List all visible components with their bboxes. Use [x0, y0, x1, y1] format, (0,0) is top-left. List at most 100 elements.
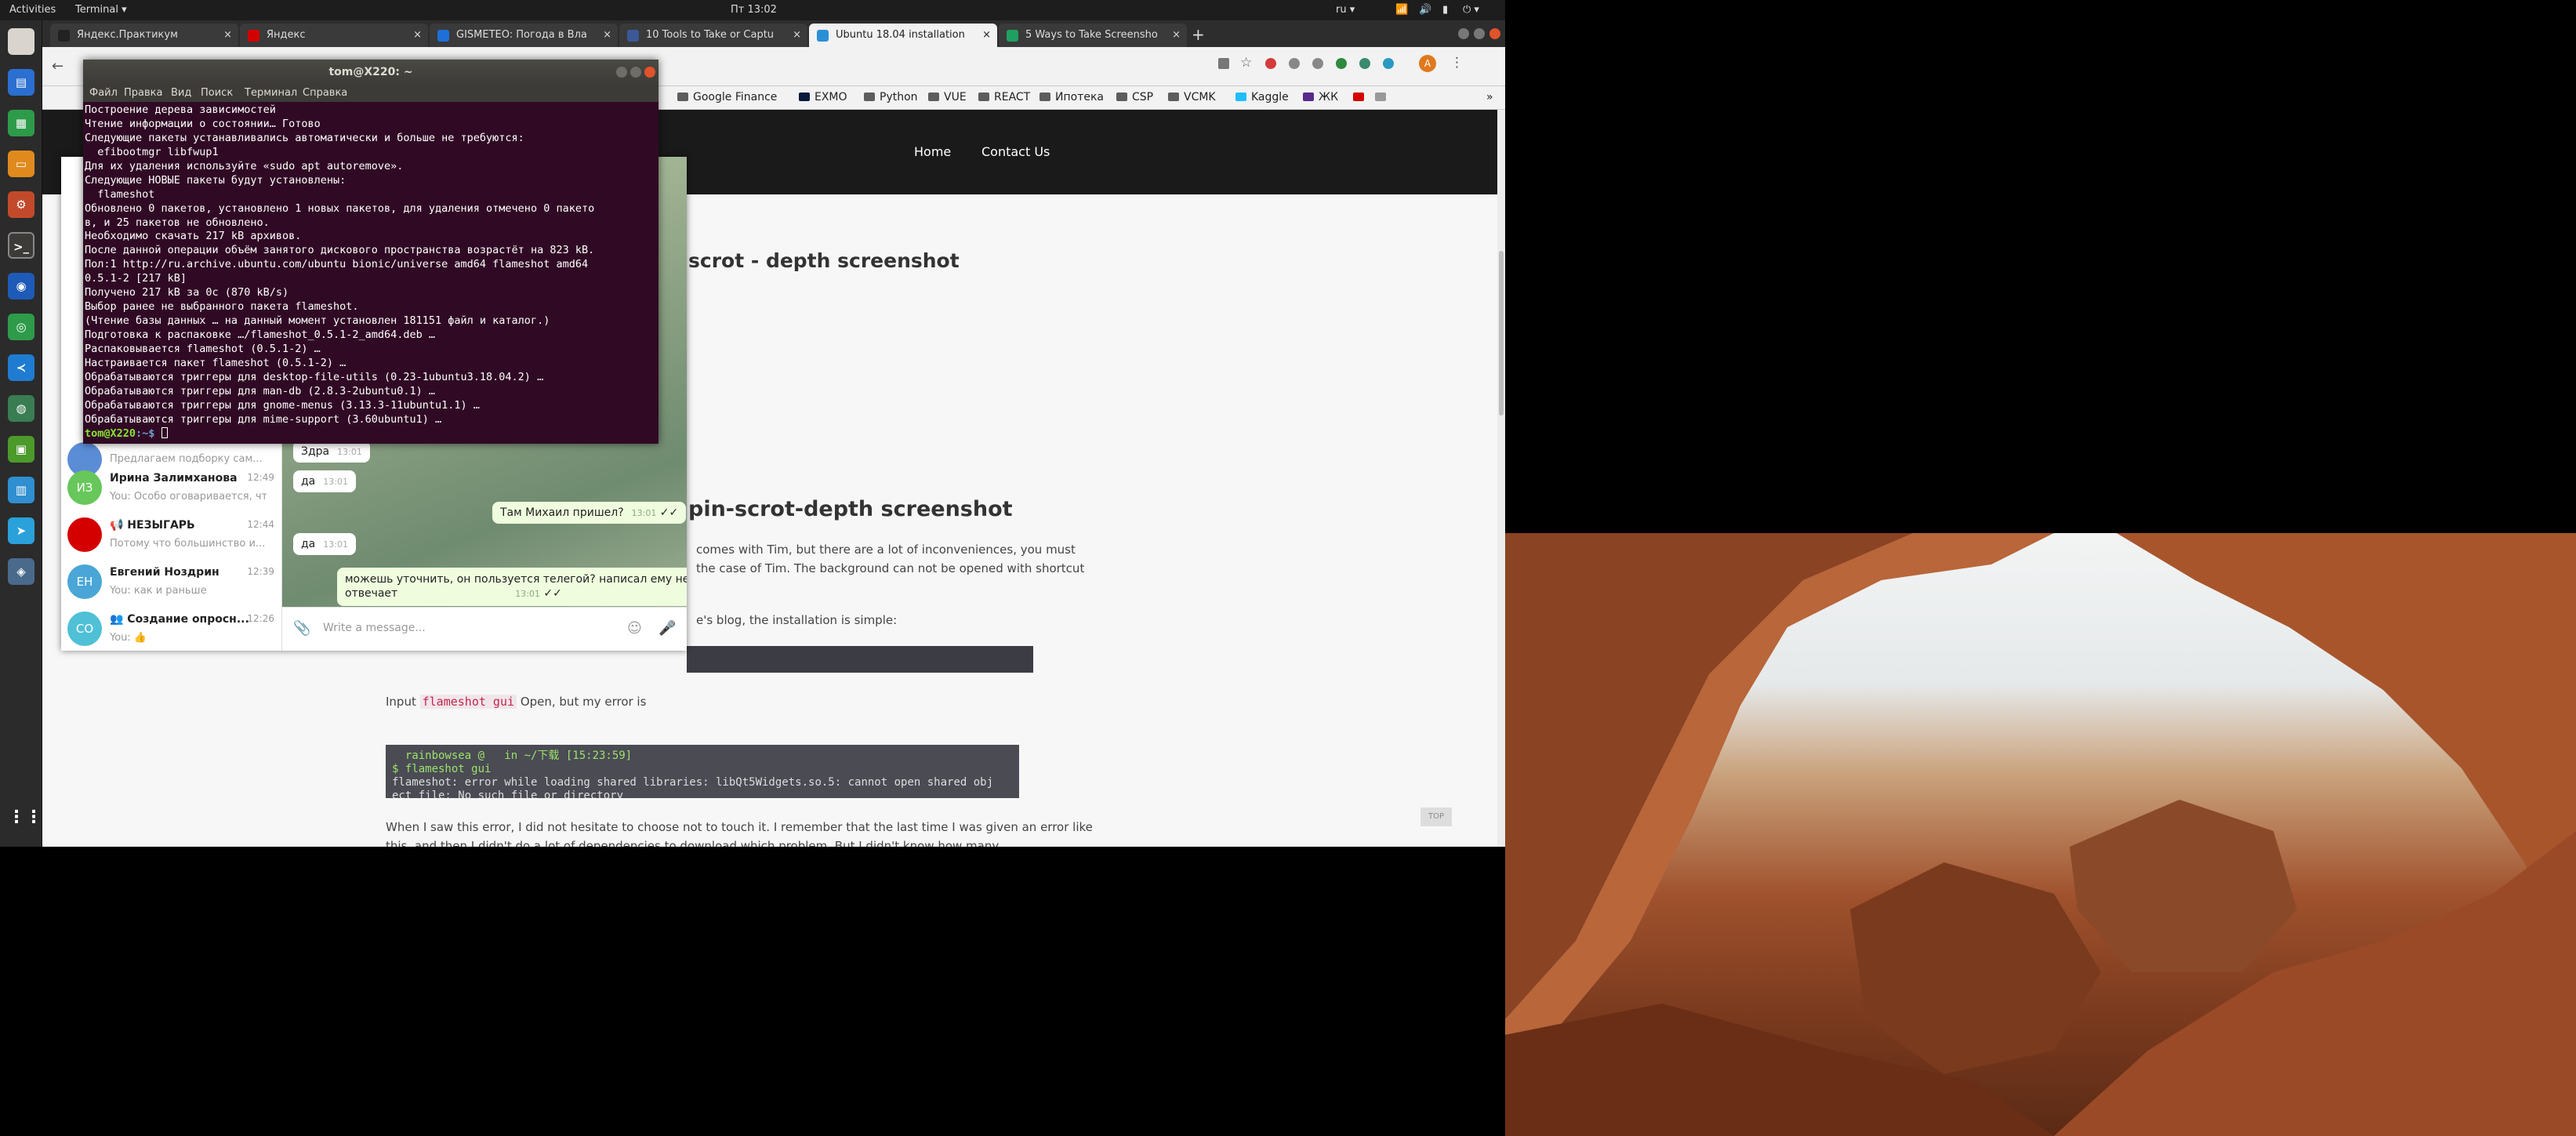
more-bookmarks-icon[interactable]: » — [1486, 91, 1493, 103]
extension-icon[interactable] — [1312, 58, 1323, 69]
bookmark-exmo[interactable]: EXMO — [799, 91, 847, 103]
docs-icon[interactable]: ▤ — [8, 69, 34, 96]
extension-icon[interactable] — [1265, 58, 1276, 69]
app-menu[interactable]: Terminal ▾ — [75, 4, 127, 16]
nav-home[interactable]: Home — [914, 144, 951, 159]
menu-view[interactable]: Вид — [171, 87, 191, 99]
menu-help[interactable]: Справка — [303, 87, 347, 99]
terminal-output[interactable]: Построение дерева зависимостей Чтение инф… — [85, 103, 655, 442]
tab-10-tools[interactable]: 10 Tools to Take or Captu × — [619, 24, 807, 47]
bookmark-google-finance[interactable]: Google Finance — [677, 91, 777, 103]
bookmark-kaggle[interactable]: Kaggle — [1235, 91, 1289, 103]
wifi-icon[interactable]: 📶 — [1395, 4, 1408, 16]
telegram-icon[interactable]: ➤ — [8, 517, 34, 544]
tab-yandex[interactable]: Яндекс × — [240, 24, 428, 47]
settings-icon[interactable]: ⚙ — [8, 191, 34, 218]
clock[interactable]: Пт 13:02 — [731, 4, 777, 16]
close-tab-icon[interactable]: × — [223, 29, 232, 41]
extension-icon[interactable] — [1336, 58, 1347, 69]
close-window-button[interactable] — [644, 67, 655, 78]
bookmark-zhk[interactable]: ЖК — [1303, 91, 1338, 103]
attach-icon[interactable]: 📎 — [293, 620, 310, 637]
bookmark-vue[interactable]: VUE — [928, 91, 967, 103]
android-icon[interactable]: ▣ — [8, 436, 34, 463]
avatar: ИЗ — [67, 470, 102, 505]
sheets-icon[interactable]: ▦ — [8, 110, 34, 136]
terminal-prompt[interactable]: tom@X220:~$ — [85, 426, 655, 441]
terminal-titlebar[interactable]: tom@X220: ~ — [83, 60, 659, 85]
boulder — [2070, 800, 2297, 972]
bookmark-vcmk[interactable]: VCMK — [1168, 91, 1216, 103]
menu-file[interactable]: Файл — [89, 87, 118, 99]
extension-icon[interactable] — [1383, 58, 1394, 69]
battery-icon[interactable]: ▮ — [1442, 4, 1448, 16]
message-bubble[interactable]: Там Михаил пришел? 13:01 ✓✓ — [492, 502, 687, 524]
maximize-window-button[interactable] — [1474, 28, 1485, 39]
close-tab-icon[interactable]: × — [413, 29, 422, 41]
paragraph: this, and then I didn't do a lot of depe… — [386, 839, 1000, 847]
app-grid-icon[interactable]: ⋮⋮ — [8, 804, 42, 831]
message-bubble[interactable]: да 13:01 — [293, 533, 356, 555]
tab-gismeteo[interactable]: GISMETEO: Погода в Вла × — [430, 24, 618, 47]
power-icon[interactable]: ⏻ ▾ — [1463, 4, 1479, 16]
nav-contact-us[interactable]: Contact Us — [981, 144, 1050, 159]
document-icon[interactable]: ▥ — [8, 477, 34, 503]
bookmark-csp[interactable]: CSP — [1116, 91, 1153, 103]
chrome-icon[interactable]: ◎ — [8, 314, 34, 340]
menu-dots-icon[interactable]: ⋮ — [1450, 55, 1464, 71]
close-tab-icon[interactable]: × — [982, 29, 991, 41]
network-icon[interactable]: ◈ — [8, 558, 34, 585]
new-tab-button[interactable]: + — [1192, 25, 1205, 44]
minimize-window-button[interactable] — [1458, 28, 1469, 39]
scrollbar[interactable] — [1497, 110, 1505, 847]
maximize-window-button[interactable] — [630, 67, 641, 78]
chat-item[interactable]: ИЗ Ирина Залимханова You: Особо оговаривае… — [61, 464, 282, 511]
terminal-icon[interactable]: >_ — [8, 232, 34, 259]
extension-icon[interactable] — [1289, 58, 1300, 69]
minimize-window-button[interactable] — [616, 67, 627, 78]
chat-item[interactable]: СО 👥 Создание опросн... You: 👍 12:26 — [61, 605, 282, 651]
top-button[interactable]: TOP — [1420, 808, 1452, 826]
microphone-icon[interactable]: 🎤 — [659, 620, 676, 637]
bookmark-star-icon[interactable]: ☆ — [1240, 55, 1252, 71]
scrollbar-thumb[interactable] — [1499, 251, 1504, 416]
bookmark-icon[interactable] — [1375, 91, 1391, 103]
close-tab-icon[interactable]: × — [793, 29, 801, 41]
back-icon[interactable]: ← — [52, 58, 63, 74]
close-tab-icon[interactable]: × — [603, 29, 611, 41]
tab-bar: Яндекс.Практикум × Яндекс × GISMETEO: Пого… — [42, 20, 1505, 47]
vscode-icon[interactable]: ≺ — [8, 354, 34, 381]
emoji-icon[interactable]: ☺ — [627, 620, 642, 637]
message-bubble[interactable]: Здра 13:01 — [293, 441, 370, 463]
profile-avatar[interactable]: A — [1419, 55, 1436, 72]
menu-search[interactable]: Поиск — [201, 87, 233, 99]
bookmark-icon[interactable] — [1353, 91, 1369, 103]
tab-5-ways[interactable]: 5 Ways to Take Screensho × — [999, 24, 1187, 47]
tab-yandex-practicum[interactable]: Яндекс.Практикум × — [50, 24, 238, 47]
menu-terminal[interactable]: Терминал — [245, 87, 297, 99]
globe-icon[interactable]: ◍ — [8, 395, 34, 422]
chat-item[interactable]: ЕН Евгений Ноздрин You: как и раньше 12:39 — [61, 558, 282, 605]
code-block: rainbowsea @ in ~/下载 [15:23:59] $ flamesh… — [386, 745, 1019, 798]
terminal-window: tom@X220: ~ Файл Правка Вид Поиск Термин… — [83, 60, 659, 444]
pycharm-icon[interactable]: ◉ — [8, 273, 34, 299]
bookmark-ipoteka[interactable]: Ипотека — [1039, 91, 1104, 103]
message-input[interactable]: Write a message... — [323, 622, 426, 634]
menu-edit[interactable]: Правка — [124, 87, 162, 99]
bookmark-python[interactable]: Python — [864, 91, 918, 103]
close-window-button[interactable] — [1489, 28, 1500, 39]
code-block — [687, 646, 1033, 673]
volume-icon[interactable]: 🔊 — [1419, 4, 1431, 16]
slides-icon[interactable]: ▭ — [8, 151, 34, 177]
tab-ubuntu-installation[interactable]: Ubuntu 18.04 installation × — [809, 24, 997, 47]
extension-icon[interactable] — [1359, 58, 1370, 69]
message-bubble[interactable]: можешь уточнить, он пользуется телегой? … — [337, 568, 687, 606]
chat-item[interactable]: 📢 НЕЗЫГАРЬ Потому что большинство и... 12:… — [61, 511, 282, 558]
files-icon[interactable] — [8, 28, 34, 55]
translate-icon[interactable] — [1218, 58, 1229, 69]
language-indicator[interactable]: ru ▾ — [1336, 4, 1355, 16]
bookmark-react[interactable]: REACT — [978, 91, 1030, 103]
message-bubble[interactable]: да 13:01 — [293, 470, 356, 492]
activities-button[interactable]: Activities — [9, 4, 56, 16]
close-tab-icon[interactable]: × — [1172, 29, 1181, 41]
